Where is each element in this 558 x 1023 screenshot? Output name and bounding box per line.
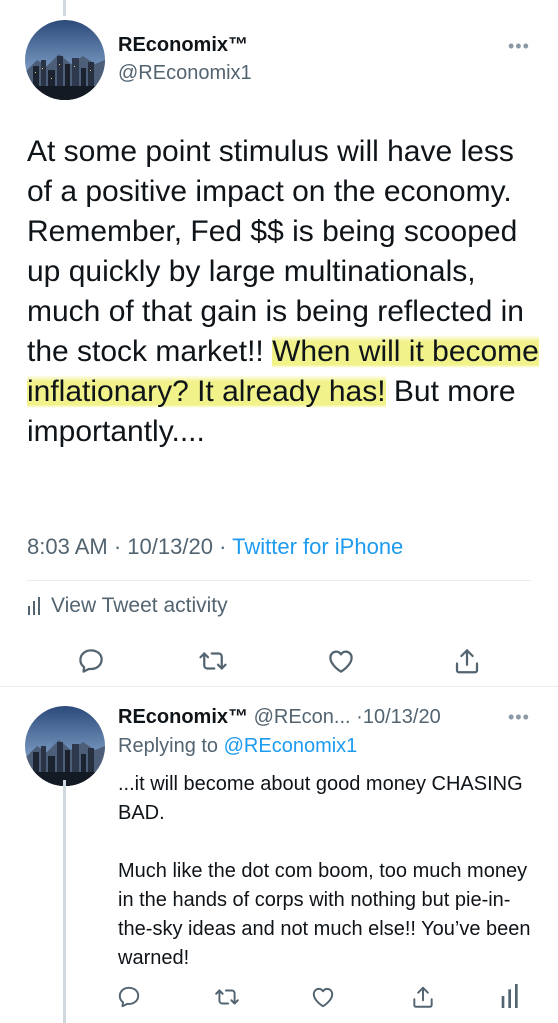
thread-line [63, 0, 66, 16]
separator-dot: · [219, 534, 233, 559]
heart-icon [329, 650, 353, 673]
reply-icon [79, 649, 103, 673]
replying-to: Replying to @REconomix1 [118, 735, 357, 758]
divider [0, 686, 558, 687]
separator-dot: · [356, 706, 363, 728]
display-name[interactable]: REconomix™ [118, 34, 248, 57]
divider [27, 580, 531, 581]
user-handle[interactable]: @REcon... [254, 706, 351, 728]
reply-icon [118, 986, 140, 1008]
avatar[interactable] [25, 20, 105, 100]
tweet-time: 8:03 AM [27, 534, 108, 559]
share-button[interactable] [410, 984, 436, 1010]
analytics-icon [501, 984, 518, 1008]
view-activity-link[interactable]: View Tweet activity [27, 594, 228, 618]
view-activity-label: View Tweet activity [51, 594, 228, 617]
retweet-icon [215, 989, 239, 1005]
reply-text: ...it will become about good money CHASI… [118, 773, 531, 969]
analytics-button[interactable] [500, 984, 522, 1008]
more-icon[interactable]: ••• [508, 707, 530, 728]
reply-button[interactable] [76, 646, 106, 676]
tweet-meta: 8:03 AM · 10/13/20 · Twitter for iPhone [27, 534, 403, 560]
tweet-text: At some point stimulus will have less of… [27, 132, 547, 452]
replying-prefix: Replying to [118, 735, 224, 757]
reply-header: REconomix™ @REcon... ·10/13/20 [118, 706, 441, 729]
retweet-icon [199, 652, 227, 670]
avatar[interactable] [25, 706, 105, 786]
share-icon [413, 986, 433, 1008]
mention-link[interactable]: @REconomix1 [224, 735, 358, 757]
reply-button[interactable] [116, 984, 142, 1010]
reply-actions [0, 984, 558, 1012]
tweet-text-part: At some point stimulus will have less of… [27, 135, 524, 368]
like-button[interactable] [310, 984, 336, 1010]
analytics-icon [28, 597, 40, 615]
share-icon [455, 649, 479, 674]
share-button[interactable] [452, 646, 482, 676]
avatar-image [25, 20, 105, 100]
like-button[interactable] [326, 646, 356, 676]
separator-dot: · [113, 534, 128, 559]
heart-icon [312, 987, 334, 1008]
tweet-actions [0, 646, 558, 678]
retweet-button[interactable] [214, 984, 240, 1010]
tweet-date: 10/13/20 [127, 534, 213, 559]
avatar-image [25, 706, 105, 786]
retweet-button[interactable] [198, 646, 228, 676]
tweet-date[interactable]: 10/13/20 [363, 706, 441, 728]
more-icon[interactable]: ••• [508, 36, 530, 57]
user-handle[interactable]: @REconomix1 [118, 62, 252, 85]
tweet-source-link[interactable]: Twitter for iPhone [232, 534, 403, 559]
display-name[interactable]: REconomix™ [118, 706, 248, 728]
